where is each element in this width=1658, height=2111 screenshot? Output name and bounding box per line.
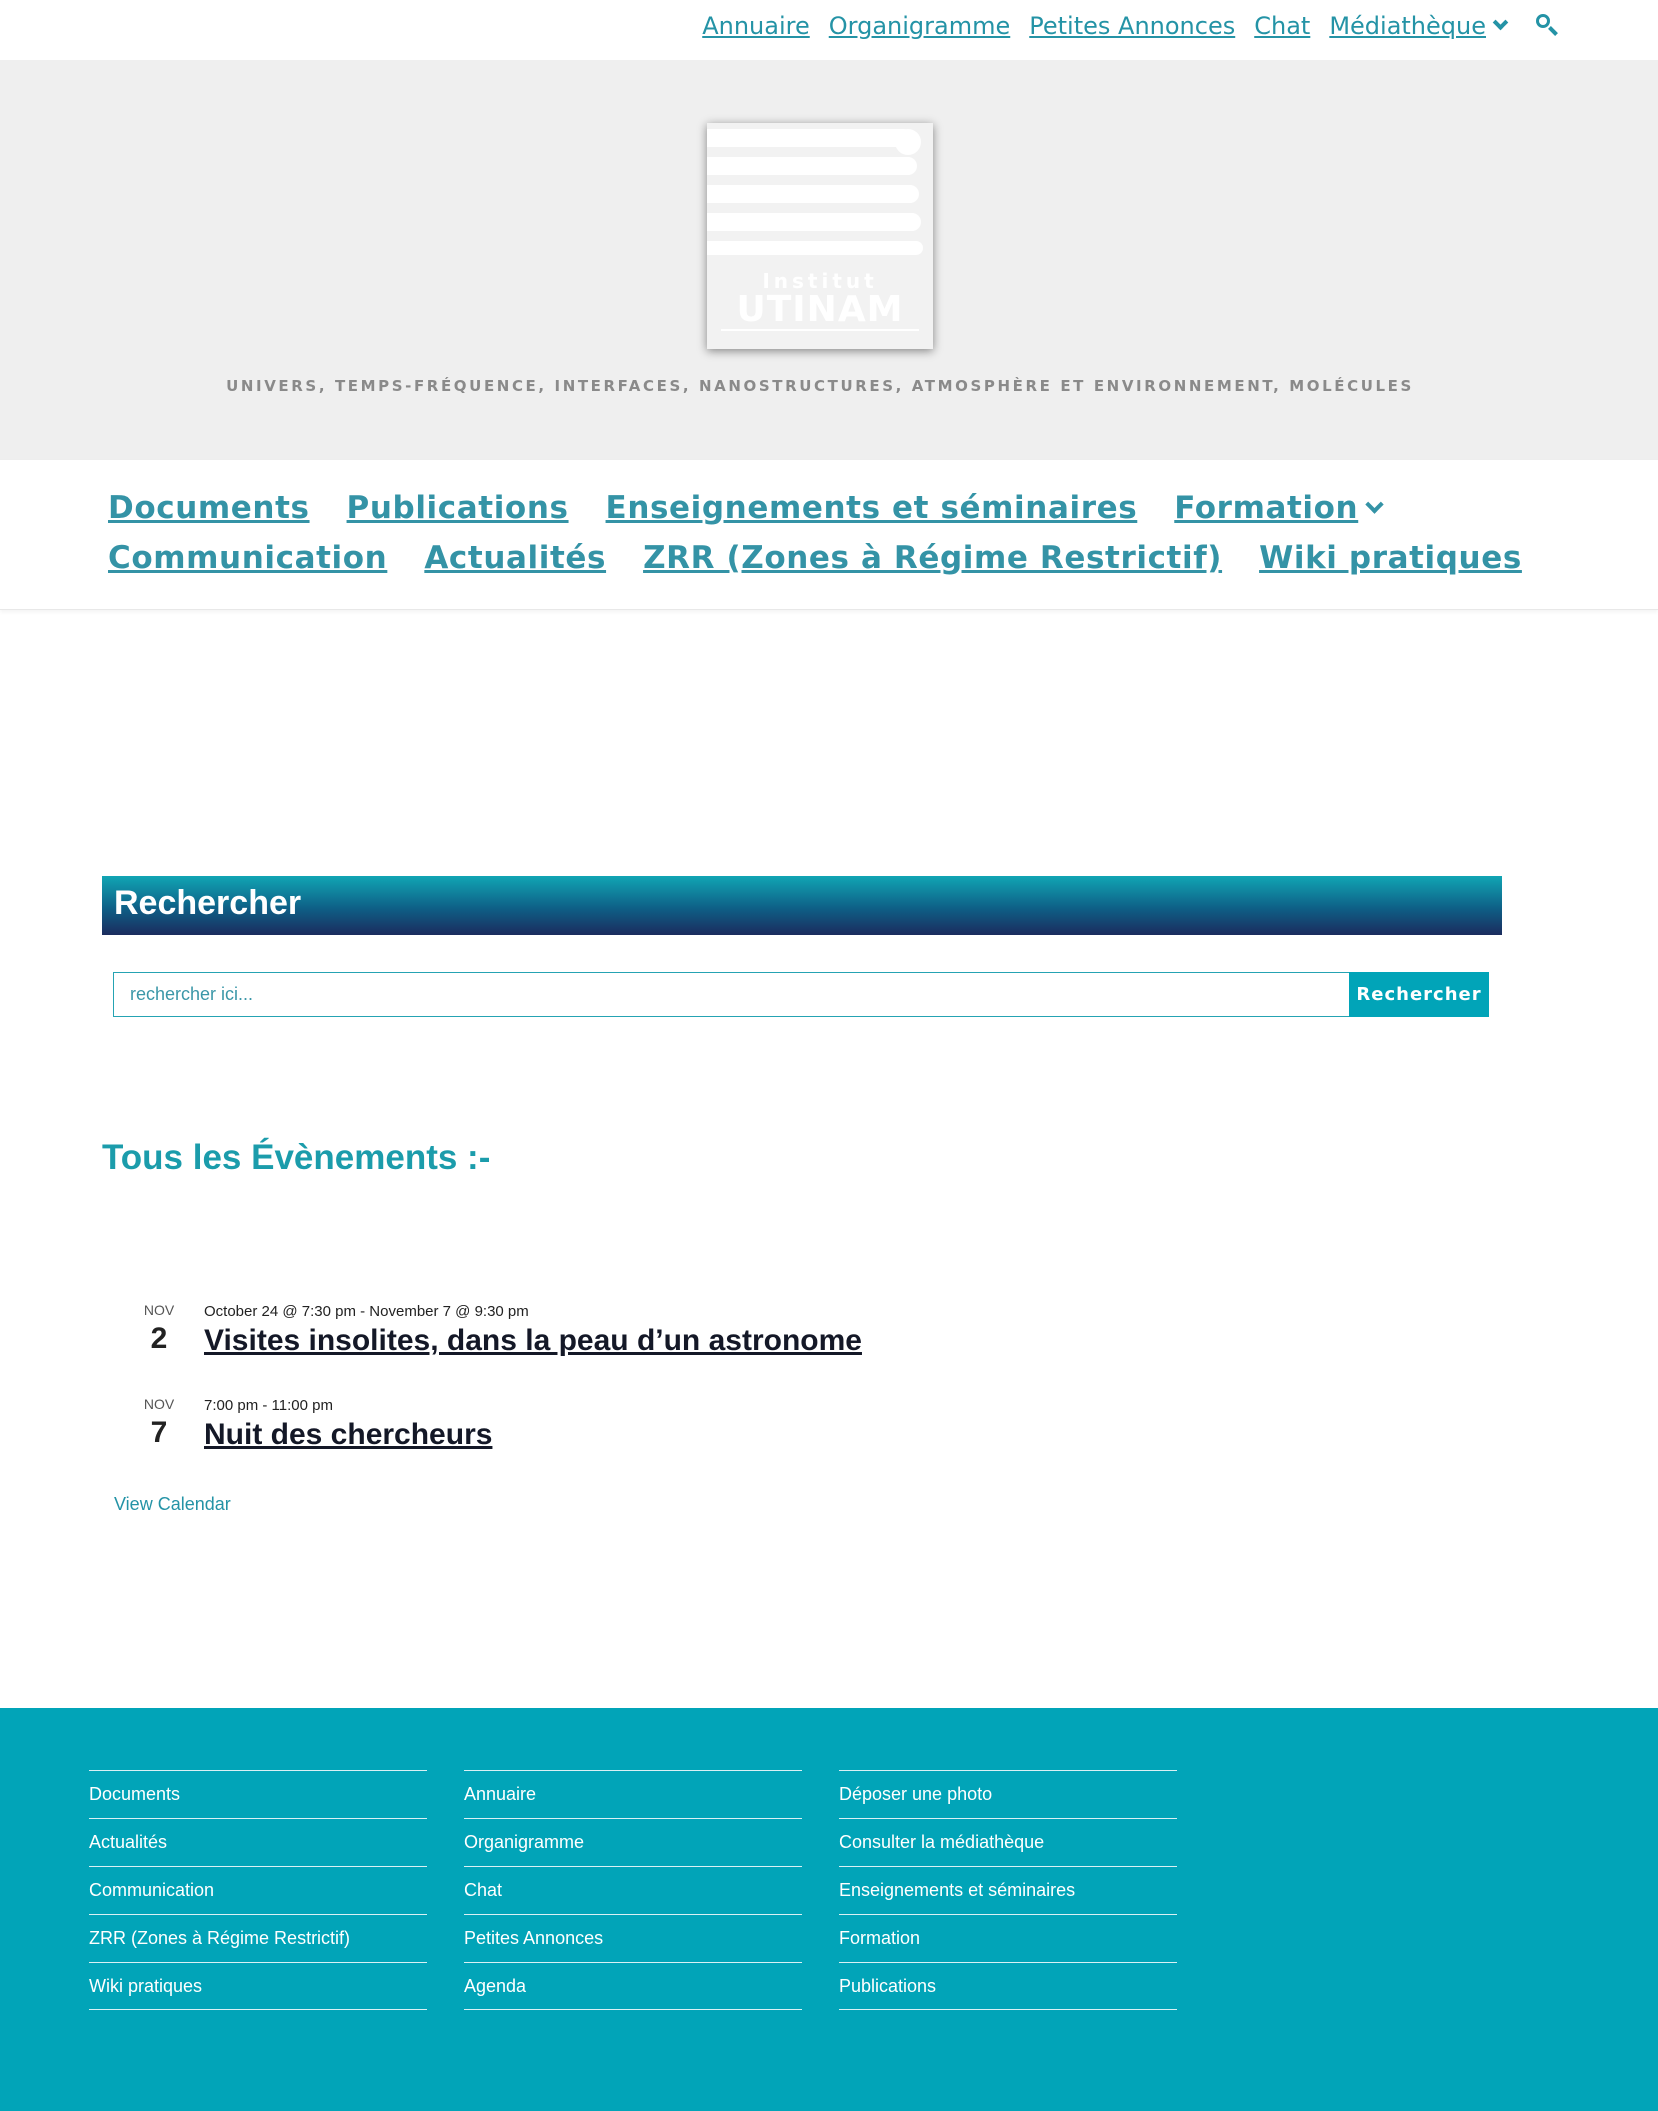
- footer-column: Déposer une photo Consulter la médiathèq…: [839, 1770, 1177, 2010]
- utinam-logo[interactable]: Institut UTINAM: [707, 123, 933, 349]
- event-day: 2: [150, 1322, 168, 1355]
- site-header: Institut UTINAM UNIVERS, TEMPS-FRÉQUENCE…: [0, 60, 1658, 460]
- top-bar: Annuaire Organigramme Petites Annonces C…: [0, 0, 1658, 60]
- top-nav-chat[interactable]: Chat: [1254, 12, 1310, 40]
- footer-link-formation[interactable]: Formation: [839, 1914, 1177, 1962]
- top-nav: Annuaire Organigramme Petites Annonces C…: [683, 12, 1562, 40]
- chevron-down-icon: [1492, 14, 1509, 31]
- events-heading: Tous les Évènements :-: [102, 1138, 491, 1177]
- logo-band: [707, 241, 923, 255]
- footer-link-organigramme[interactable]: Organigramme: [464, 1818, 802, 1866]
- footer-link-chat[interactable]: Chat: [464, 1866, 802, 1914]
- search-widget-title: Rechercher: [114, 884, 302, 922]
- main-nav-row: Communication Actualités ZRR (Zones à Ré…: [108, 540, 1559, 576]
- top-nav-mediatheque-label: Médiathèque: [1329, 12, 1486, 40]
- logo-band: [707, 157, 917, 175]
- main-nav-formation-label: Formation: [1174, 490, 1359, 526]
- main-nav-actualites[interactable]: Actualités: [424, 540, 606, 576]
- footer-link-deposer-photo[interactable]: Déposer une photo: [839, 1770, 1177, 1818]
- logo-underline: [721, 329, 919, 331]
- event-title-link[interactable]: Visites insolites, dans la peau d’un ast…: [204, 1324, 862, 1358]
- footer-link-enseignements[interactable]: Enseignements et séminaires: [839, 1866, 1177, 1914]
- footer-link-publications[interactable]: Publications: [839, 1962, 1177, 2010]
- footer-column: Annuaire Organigramme Chat Petites Annon…: [464, 1770, 802, 2010]
- main-nav-publications[interactable]: Publications: [347, 490, 569, 526]
- main-nav-row: Documents Publications Enseignements et …: [108, 490, 1418, 526]
- top-nav-organigramme[interactable]: Organigramme: [829, 12, 1011, 40]
- event-month: NOV: [143, 1302, 175, 1318]
- search-form: Rechercher: [113, 972, 1489, 1017]
- main-nav-documents[interactable]: Documents: [108, 490, 310, 526]
- main-nav: Documents Publications Enseignements et …: [0, 460, 1658, 610]
- main-nav-formation[interactable]: Formation: [1174, 490, 1384, 526]
- logo-band: [707, 185, 919, 203]
- search-widget-header: Rechercher: [102, 876, 1502, 935]
- footer-link-petites-annonces[interactable]: Petites Annonces: [464, 1914, 802, 1962]
- footer-column: Documents Actualités Communication ZRR (…: [89, 1770, 427, 2010]
- event-title-link[interactable]: Nuit des chercheurs: [204, 1418, 492, 1452]
- search-input[interactable]: [113, 972, 1349, 1017]
- search-icon[interactable]: [1534, 12, 1562, 40]
- event-time: 7:00 pm - 11:00 pm: [204, 1397, 333, 1414]
- event-item: NOV 2 October 24 @ 7:30 pm - November 7 …: [142, 1302, 1342, 1382]
- footer-link-documents[interactable]: Documents: [89, 1770, 427, 1818]
- event-month: NOV: [143, 1396, 175, 1412]
- main-nav-zrr[interactable]: ZRR (Zones à Régime Restrictif): [643, 540, 1222, 576]
- footer-link-communication[interactable]: Communication: [89, 1866, 427, 1914]
- footer-link-zrr[interactable]: ZRR (Zones à Régime Restrictif): [89, 1914, 427, 1962]
- logo-band: [707, 129, 912, 147]
- footer-link-annuaire[interactable]: Annuaire: [464, 1770, 802, 1818]
- footer-link-actualites[interactable]: Actualités: [89, 1818, 427, 1866]
- search-icon-ring: [1536, 14, 1550, 28]
- search-icon-handle: [1548, 26, 1558, 36]
- site-footer: Documents Actualités Communication ZRR (…: [0, 1708, 1658, 2111]
- search-button[interactable]: Rechercher: [1349, 972, 1489, 1017]
- footer-link-agenda[interactable]: Agenda: [464, 1962, 802, 2010]
- event-day: 7: [150, 1416, 168, 1449]
- top-nav-mediatheque[interactable]: Médiathèque: [1329, 12, 1509, 40]
- main-nav-enseignements[interactable]: Enseignements et séminaires: [606, 490, 1138, 526]
- footer-link-mediatheque[interactable]: Consulter la médiathèque: [839, 1818, 1177, 1866]
- logo-text-utinam: UTINAM: [736, 289, 904, 330]
- event-item: NOV 7 7:00 pm - 11:00 pm Nuit des cherch…: [142, 1396, 1342, 1476]
- main-nav-wiki[interactable]: Wiki pratiques: [1259, 540, 1522, 576]
- logo-figure-head: [895, 129, 921, 155]
- top-nav-petites-annonces[interactable]: Petites Annonces: [1029, 12, 1235, 40]
- chevron-down-icon: [1365, 495, 1384, 514]
- footer-link-wiki[interactable]: Wiki pratiques: [89, 1962, 427, 2010]
- logo-band: [707, 213, 921, 231]
- top-nav-annuaire[interactable]: Annuaire: [702, 12, 810, 40]
- site-tagline: UNIVERS, TEMPS-FRÉQUENCE, INTERFACES, NA…: [226, 377, 1414, 395]
- event-time: October 24 @ 7:30 pm - November 7 @ 9:30…: [204, 1303, 529, 1320]
- main-nav-communication[interactable]: Communication: [108, 540, 387, 576]
- view-calendar-link[interactable]: View Calendar: [114, 1494, 231, 1515]
